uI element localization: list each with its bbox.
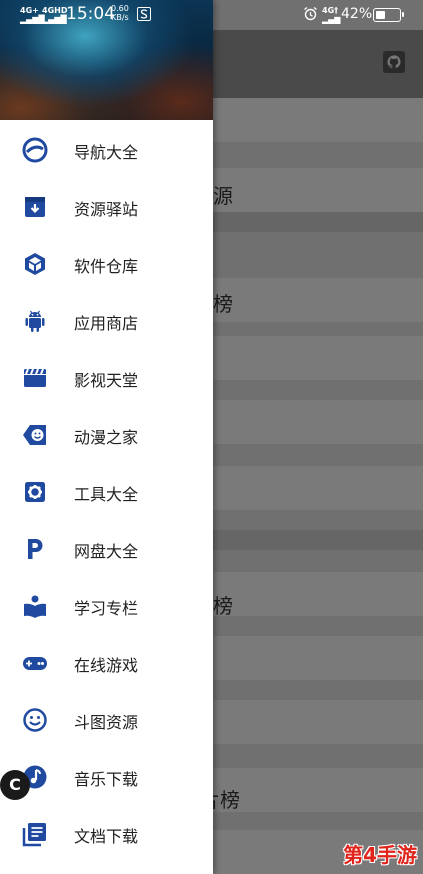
bg-label: 榜	[213, 594, 233, 618]
document-icon	[22, 823, 46, 847]
app-notification-icon	[137, 7, 151, 21]
menu-item-music[interactable]: 音乐下载	[0, 747, 213, 804]
battery-percentage: 42%	[341, 6, 373, 22]
android-icon	[25, 310, 45, 332]
battery-icon	[373, 8, 404, 22]
menu-item-tools[interactable]: 工具大全	[0, 462, 213, 519]
menu-item-label: 音乐下载	[74, 770, 139, 789]
status-bar: 4G+ ▂▄▆█ 4GHD ▂▄▆█ 15:04 0.60 KB/s 4G† ▂▄▆ 4…	[0, 0, 423, 30]
menu-item-study[interactable]: 学习专栏	[0, 576, 213, 633]
menu-item-label: 文档下载	[74, 827, 139, 846]
menu-item-label: 工具大全	[74, 485, 139, 504]
menu-item-label: 斗图资源	[74, 713, 139, 732]
speed-unit: KB/s	[111, 13, 129, 22]
signal-bars-icon: ▂▄▆█	[20, 15, 45, 24]
menu-item-resource-station[interactable]: 资源驿站	[0, 177, 213, 234]
compass-icon	[22, 137, 48, 163]
p-icon	[28, 539, 43, 559]
menu-item-online-games[interactable]: 在线游戏	[0, 633, 213, 690]
menu-item-anime[interactable]: 动漫之家	[0, 405, 213, 462]
menu-item-cloud-disk[interactable]: 网盘大全	[0, 519, 213, 576]
smiley-icon	[23, 708, 47, 732]
menu-item-software-repo[interactable]: 软件仓库	[0, 234, 213, 291]
menu-item-label: 动漫之家	[74, 428, 139, 447]
bg-label: 源	[213, 184, 233, 208]
gear-icon	[25, 482, 45, 502]
signal-indicator: 4G† ▂▄▆	[322, 6, 340, 24]
signal-indicator: 4G+ ▂▄▆█	[20, 6, 45, 24]
github-icon[interactable]	[382, 50, 406, 74]
menu-item-label: 软件仓库	[74, 257, 139, 276]
menu-item-label: 网盘大全	[74, 542, 139, 561]
signal-bars-icon: ▂▄▆█	[42, 15, 67, 24]
menu-item-label: 资源驿站	[74, 200, 139, 219]
menu-item-label: 应用商店	[74, 314, 139, 333]
floating-c-badge[interactable]: C	[0, 770, 30, 800]
cube-icon	[25, 253, 45, 275]
archive-icon	[25, 197, 45, 217]
network-type-label: 4G+	[20, 6, 39, 15]
gamepad-icon	[23, 657, 47, 670]
clapperboard-icon	[24, 368, 46, 387]
clock: 15:04	[66, 4, 115, 24]
book-reader-icon	[24, 595, 46, 618]
menu-item-label: 学习专栏	[74, 599, 139, 618]
bg-label: 榜	[213, 292, 233, 316]
menu-item-navigation[interactable]: 导航大全	[0, 120, 213, 177]
menu-item-memes[interactable]: 斗图资源	[0, 690, 213, 747]
menu-item-movies[interactable]: 影视天堂	[0, 348, 213, 405]
smile-tag-icon	[23, 425, 46, 445]
menu-item-documents[interactable]: 文档下载	[0, 804, 213, 861]
navigation-drawer: 导航大全 资源驿站 软件仓库 应用商店 影视天堂 动漫之家 工具大全 网盘大全 …	[0, 0, 213, 874]
menu-item-label: 导航大全	[74, 143, 139, 162]
watermark: 第4手游	[343, 843, 417, 867]
speed-value: 0.60	[111, 4, 129, 13]
menu-item-label: 在线游戏	[74, 656, 139, 675]
network-type-label: 4GHD	[42, 6, 68, 15]
menu-item-label: 影视天堂	[74, 371, 139, 390]
network-speed: 0.60 KB/s	[111, 4, 129, 22]
signal-indicator: 4GHD ▂▄▆█	[42, 6, 67, 24]
network-type-label: 4G†	[322, 6, 339, 15]
signal-bars-icon: ▂▄▆	[322, 15, 341, 24]
menu-item-app-store[interactable]: 应用商店	[0, 291, 213, 348]
alarm-icon	[304, 6, 317, 21]
